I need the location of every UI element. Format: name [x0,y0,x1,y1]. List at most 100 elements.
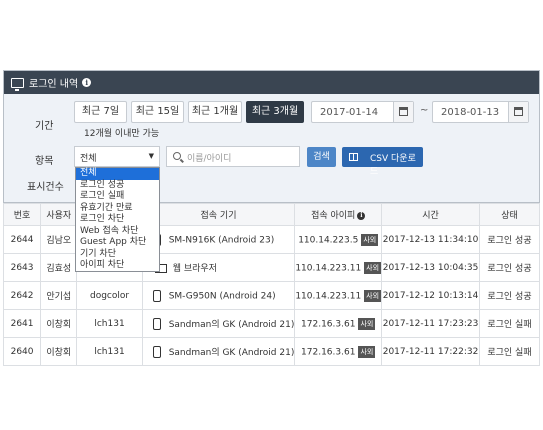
header-time[interactable]: 시간 [381,203,480,226]
period-label: 기간 [35,121,54,132]
cell-user: 김효성 [40,253,78,282]
cell-time: 2017-12-11 17:23:23 [381,309,480,338]
cell-time: 2017-12-11 17:22:32 [381,337,480,366]
device-name: SM-G950N (Android 24) [168,291,276,301]
cell-number: 2641 [2,309,42,338]
cell-device: SM-N916K (Android 23) [141,225,296,254]
period-3months-button[interactable]: 최근 3개월 [246,101,304,123]
info-icon[interactable]: i [82,78,92,87]
external-badge: 사외 [364,261,382,274]
period-1month-button[interactable]: 최근 1개월 [188,101,242,123]
mobile-phone-icon [152,289,161,302]
cell-ip: 110.14.223.5 사외 [294,225,383,254]
cell-user: 이창회 [40,309,78,338]
start-date-calendar-button[interactable] [393,102,413,122]
dropdown-option-guest-app-blocked[interactable]: Guest App 차단 [76,237,159,249]
ip-value: 110.14.223.11 [295,291,362,301]
device-name: Sandman의 GK (Android 21) [168,319,295,330]
cell-number: 2643 [2,253,42,282]
item-select-value: 전체 [80,154,97,164]
header-device[interactable]: 접속 기기 [141,203,296,226]
end-date-value: 2018-01-13 [441,107,500,118]
dropdown-option-login-blocked[interactable]: 로그인 차단 [76,214,159,226]
panel-header: 로그인 내역 i [4,71,539,94]
dropdown-option-login-success[interactable]: 로그인 성공 [76,180,159,192]
cell-time: 2017-12-12 10:13:14 [381,281,480,310]
cell-number: 2640 [2,337,42,366]
csv-button-label: CSV 다운로드 [370,154,416,177]
ip-value: 110.14.223.5 [298,235,359,245]
period-7days-button[interactable]: 최근 7일 [74,101,127,123]
table-row: 2640 이창회 lch131 Sandman의 GK (Android 21)… [2,337,541,366]
item-select-dropdown: 전체 로그인 성공 로그인 실패 유효기간 만료 로그인 차단 Web 접속 차… [75,167,160,272]
dropdown-option-web-blocked[interactable]: Web 접속 차단 [76,226,159,238]
info-icon[interactable]: i [357,211,366,220]
end-date-field[interactable]: 2018-01-13 [432,101,529,123]
csv-download-button[interactable]: CSV 다운로드 [342,147,423,177]
header-user[interactable]: 사용자 [40,203,78,226]
header-status[interactable]: 상태 [478,203,541,226]
search-input[interactable]: 이름/아이디 [166,146,300,167]
table-icon [349,153,358,161]
external-badge: 사외 [358,317,376,330]
cell-number: 2644 [2,225,42,254]
display-count-label: 표시건수 [27,182,64,193]
cell-device: Sandman의 GK (Android 21) [141,309,296,338]
period-hint: 12개월 이내만 가능 [84,129,160,139]
device-name: SM-N916K (Android 23) [168,235,275,245]
cell-status: 로그인 성공 [478,253,541,282]
cell-device: 웹 브라우저 [141,253,296,282]
external-badge: 사외 [361,233,379,246]
cell-id: lch131 [76,337,143,366]
table-row: 2641 이창회 lch131 Sandman의 GK (Android 21)… [2,309,541,338]
mobile-phone-icon [152,346,161,359]
item-select[interactable]: 전체 ▼ [74,146,160,167]
cell-time: 2017-12-13 10:04:35 [381,253,480,282]
panel-title: 로그인 내역 [29,79,79,90]
search-placeholder: 이름/아이디 [187,154,232,164]
external-badge: 사외 [358,345,376,358]
cell-status: 로그인 성공 [478,225,541,254]
cell-number: 2642 [2,281,42,310]
dropdown-option-ip-blocked[interactable]: 아이피 차단 [76,260,159,272]
header-ip[interactable]: 접속 아이피 i [294,203,383,226]
date-separator: ~ [420,105,429,116]
mobile-phone-icon [152,318,161,331]
external-badge: 사외 [364,289,382,302]
cell-id: dogcolor [76,281,143,310]
dropdown-option-expired[interactable]: 유효기간 만료 [76,203,159,215]
cell-device: Sandman의 GK (Android 21) [141,337,296,366]
device-name: 웹 브라우저 [172,264,217,274]
cell-ip: 172.16.3.61 사외 [294,309,383,338]
dropdown-option-all[interactable]: 전체 [76,168,159,180]
cell-ip: 110.14.223.11 사외 [294,253,383,282]
cell-status: 로그인 실패 [478,309,541,338]
dropdown-option-device-blocked[interactable]: 기기 차단 [76,249,159,261]
cell-time: 2017-12-13 11:34:10 [381,225,480,254]
dropdown-option-login-failure[interactable]: 로그인 실패 [76,191,159,203]
cell-device: SM-G950N (Android 24) [141,281,296,310]
ip-value: 172.16.3.61 [301,347,356,357]
cell-user: 김남오 [40,225,78,254]
cell-ip: 172.16.3.61 사외 [294,337,383,366]
calendar-icon [399,107,408,116]
device-name: Sandman의 GK (Android 21) [168,347,295,358]
cell-user: 안기섭 [40,281,78,310]
search-button[interactable]: 검색 [307,147,336,167]
table-row: 2642 안기섭 dogcolor SM-G950N (Android 24) … [2,281,541,310]
cell-user: 이창회 [40,337,78,366]
item-label: 항목 [35,156,54,167]
cell-ip: 110.14.223.11 사외 [294,281,383,310]
cell-status: 로그인 성공 [478,281,541,310]
cell-status: 로그인 실패 [478,337,541,366]
chevron-down-icon: ▼ [148,152,154,160]
period-15days-button[interactable]: 최근 15일 [131,101,184,123]
search-icon [173,152,181,160]
header-ip-label: 접속 아이피 [311,211,356,221]
header-number[interactable]: 번호 [2,203,42,226]
start-date-field[interactable]: 2017-01-14 [311,101,414,123]
cell-id: lch131 [76,309,143,338]
monitor-icon [11,77,24,91]
ip-value: 172.16.3.61 [301,319,356,329]
end-date-calendar-button[interactable] [508,102,528,122]
